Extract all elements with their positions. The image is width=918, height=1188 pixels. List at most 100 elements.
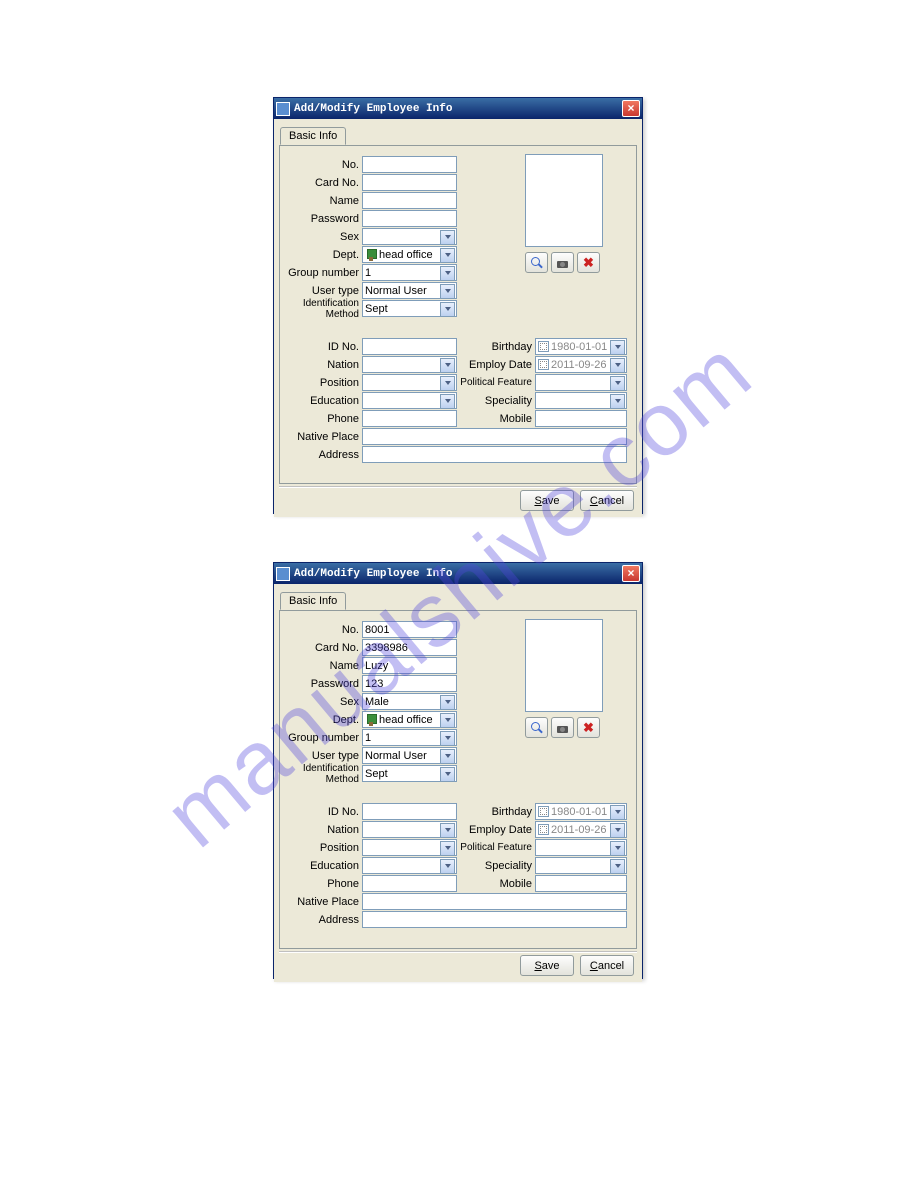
label-card-no: Card No. xyxy=(280,642,362,654)
date-employ-date[interactable]: 2011-09-26 xyxy=(535,356,627,373)
input-mobile[interactable] xyxy=(535,875,627,892)
employee-dialog-1: Add/Modify Employee Info × Basic Info No… xyxy=(273,97,643,514)
tab-panel-basic: No. Card No. Name Password Sex Dept.head… xyxy=(279,145,637,484)
select-education[interactable] xyxy=(362,857,457,874)
select-nation[interactable] xyxy=(362,821,457,838)
titlebar[interactable]: Add/Modify Employee Info × xyxy=(274,563,642,584)
select-sex[interactable] xyxy=(362,228,457,245)
input-address[interactable] xyxy=(362,911,627,928)
select-identification-method[interactable]: Sept xyxy=(362,300,457,317)
save-button[interactable]: Save xyxy=(520,955,574,976)
dept-tree-icon xyxy=(365,714,377,726)
tab-basic-info[interactable]: Basic Info xyxy=(280,592,346,610)
label-no: No. xyxy=(280,624,362,636)
app-icon xyxy=(276,102,290,116)
input-id-no[interactable] xyxy=(362,803,457,820)
select-user-type[interactable]: Normal User xyxy=(362,282,457,299)
save-button[interactable]: Save xyxy=(520,490,574,511)
tab-basic-info[interactable]: Basic Info xyxy=(280,127,346,145)
select-political-feature[interactable] xyxy=(535,839,627,856)
input-name[interactable]: Luzy xyxy=(362,657,457,674)
input-password[interactable]: 123 xyxy=(362,675,457,692)
label-identification-method: Identification Method xyxy=(280,298,362,320)
input-id-no[interactable] xyxy=(362,338,457,355)
label-position: Position xyxy=(280,377,362,389)
input-name[interactable] xyxy=(362,192,457,209)
label-political-feature: Political Feature xyxy=(460,842,535,853)
photo-preview xyxy=(525,154,603,247)
label-password: Password xyxy=(280,678,362,690)
checkbox-birthday[interactable] xyxy=(538,806,549,817)
checkbox-employ-date[interactable] xyxy=(538,824,549,835)
input-no[interactable]: 8001 xyxy=(362,621,457,638)
label-political-feature: Political Feature xyxy=(460,377,535,388)
input-native-place[interactable] xyxy=(362,428,627,445)
label-password: Password xyxy=(280,213,362,225)
titlebar[interactable]: Add/Modify Employee Info × xyxy=(274,98,642,119)
label-phone: Phone xyxy=(280,878,362,890)
label-phone: Phone xyxy=(280,413,362,425)
select-political-feature[interactable] xyxy=(535,374,627,391)
window-title: Add/Modify Employee Info xyxy=(294,103,622,115)
date-employ-date[interactable]: 2011-09-26 xyxy=(535,821,627,838)
input-password[interactable] xyxy=(362,210,457,227)
checkbox-birthday[interactable] xyxy=(538,341,549,352)
select-group-number[interactable]: 1 xyxy=(362,264,457,281)
label-nation: Nation xyxy=(280,359,362,371)
label-sex: Sex xyxy=(280,231,362,243)
label-employ-date: Employ Date xyxy=(460,824,535,836)
photo-delete-button[interactable]: ✖ xyxy=(577,252,600,273)
label-user-type: User type xyxy=(280,750,362,762)
date-birthday[interactable]: 1980-01-01 xyxy=(535,338,627,355)
checkbox-employ-date[interactable] xyxy=(538,359,549,370)
tab-panel-basic: No.8001 Card No.3398986 NameLuzy Passwor… xyxy=(279,610,637,949)
label-employ-date: Employ Date xyxy=(460,359,535,371)
select-dept[interactable]: head office xyxy=(362,711,457,728)
select-user-type[interactable]: Normal User xyxy=(362,747,457,764)
label-mobile: Mobile xyxy=(460,413,535,425)
close-button[interactable]: × xyxy=(622,565,640,582)
select-position[interactable] xyxy=(362,374,457,391)
date-birthday[interactable]: 1980-01-01 xyxy=(535,803,627,820)
input-card-no[interactable]: 3398986 xyxy=(362,639,457,656)
photo-delete-button[interactable]: ✖ xyxy=(577,717,600,738)
cancel-button[interactable]: Cancel xyxy=(580,955,634,976)
select-nation[interactable] xyxy=(362,356,457,373)
input-card-no[interactable] xyxy=(362,174,457,191)
photo-browse-button[interactable] xyxy=(525,252,548,273)
label-address: Address xyxy=(280,914,362,926)
app-icon xyxy=(276,567,290,581)
label-card-no: Card No. xyxy=(280,177,362,189)
select-identification-method[interactable]: Sept xyxy=(362,765,457,782)
label-user-type: User type xyxy=(280,285,362,297)
label-speciality: Speciality xyxy=(460,860,535,872)
close-icon: × xyxy=(627,567,634,581)
input-no[interactable] xyxy=(362,156,457,173)
input-address[interactable] xyxy=(362,446,627,463)
select-education[interactable] xyxy=(362,392,457,409)
photo-capture-button[interactable] xyxy=(551,252,574,273)
select-dept[interactable]: head office xyxy=(362,246,457,263)
select-sex[interactable]: Male xyxy=(362,693,457,710)
close-button[interactable]: × xyxy=(622,100,640,117)
employee-dialog-2: Add/Modify Employee Info × Basic Info No… xyxy=(273,562,643,979)
label-dept: Dept. xyxy=(280,714,362,726)
label-birthday: Birthday xyxy=(460,806,535,818)
input-phone[interactable] xyxy=(362,410,457,427)
select-group-number[interactable]: 1 xyxy=(362,729,457,746)
label-address: Address xyxy=(280,449,362,461)
label-group-number: Group number xyxy=(280,267,362,279)
label-id-no: ID No. xyxy=(280,341,362,353)
label-position: Position xyxy=(280,842,362,854)
input-native-place[interactable] xyxy=(362,893,627,910)
select-speciality[interactable] xyxy=(535,857,627,874)
input-phone[interactable] xyxy=(362,875,457,892)
select-position[interactable] xyxy=(362,839,457,856)
photo-browse-button[interactable] xyxy=(525,717,548,738)
cancel-button[interactable]: Cancel xyxy=(580,490,634,511)
photo-capture-button[interactable] xyxy=(551,717,574,738)
camera-icon xyxy=(556,258,569,268)
input-mobile[interactable] xyxy=(535,410,627,427)
select-speciality[interactable] xyxy=(535,392,627,409)
separator xyxy=(279,486,637,487)
